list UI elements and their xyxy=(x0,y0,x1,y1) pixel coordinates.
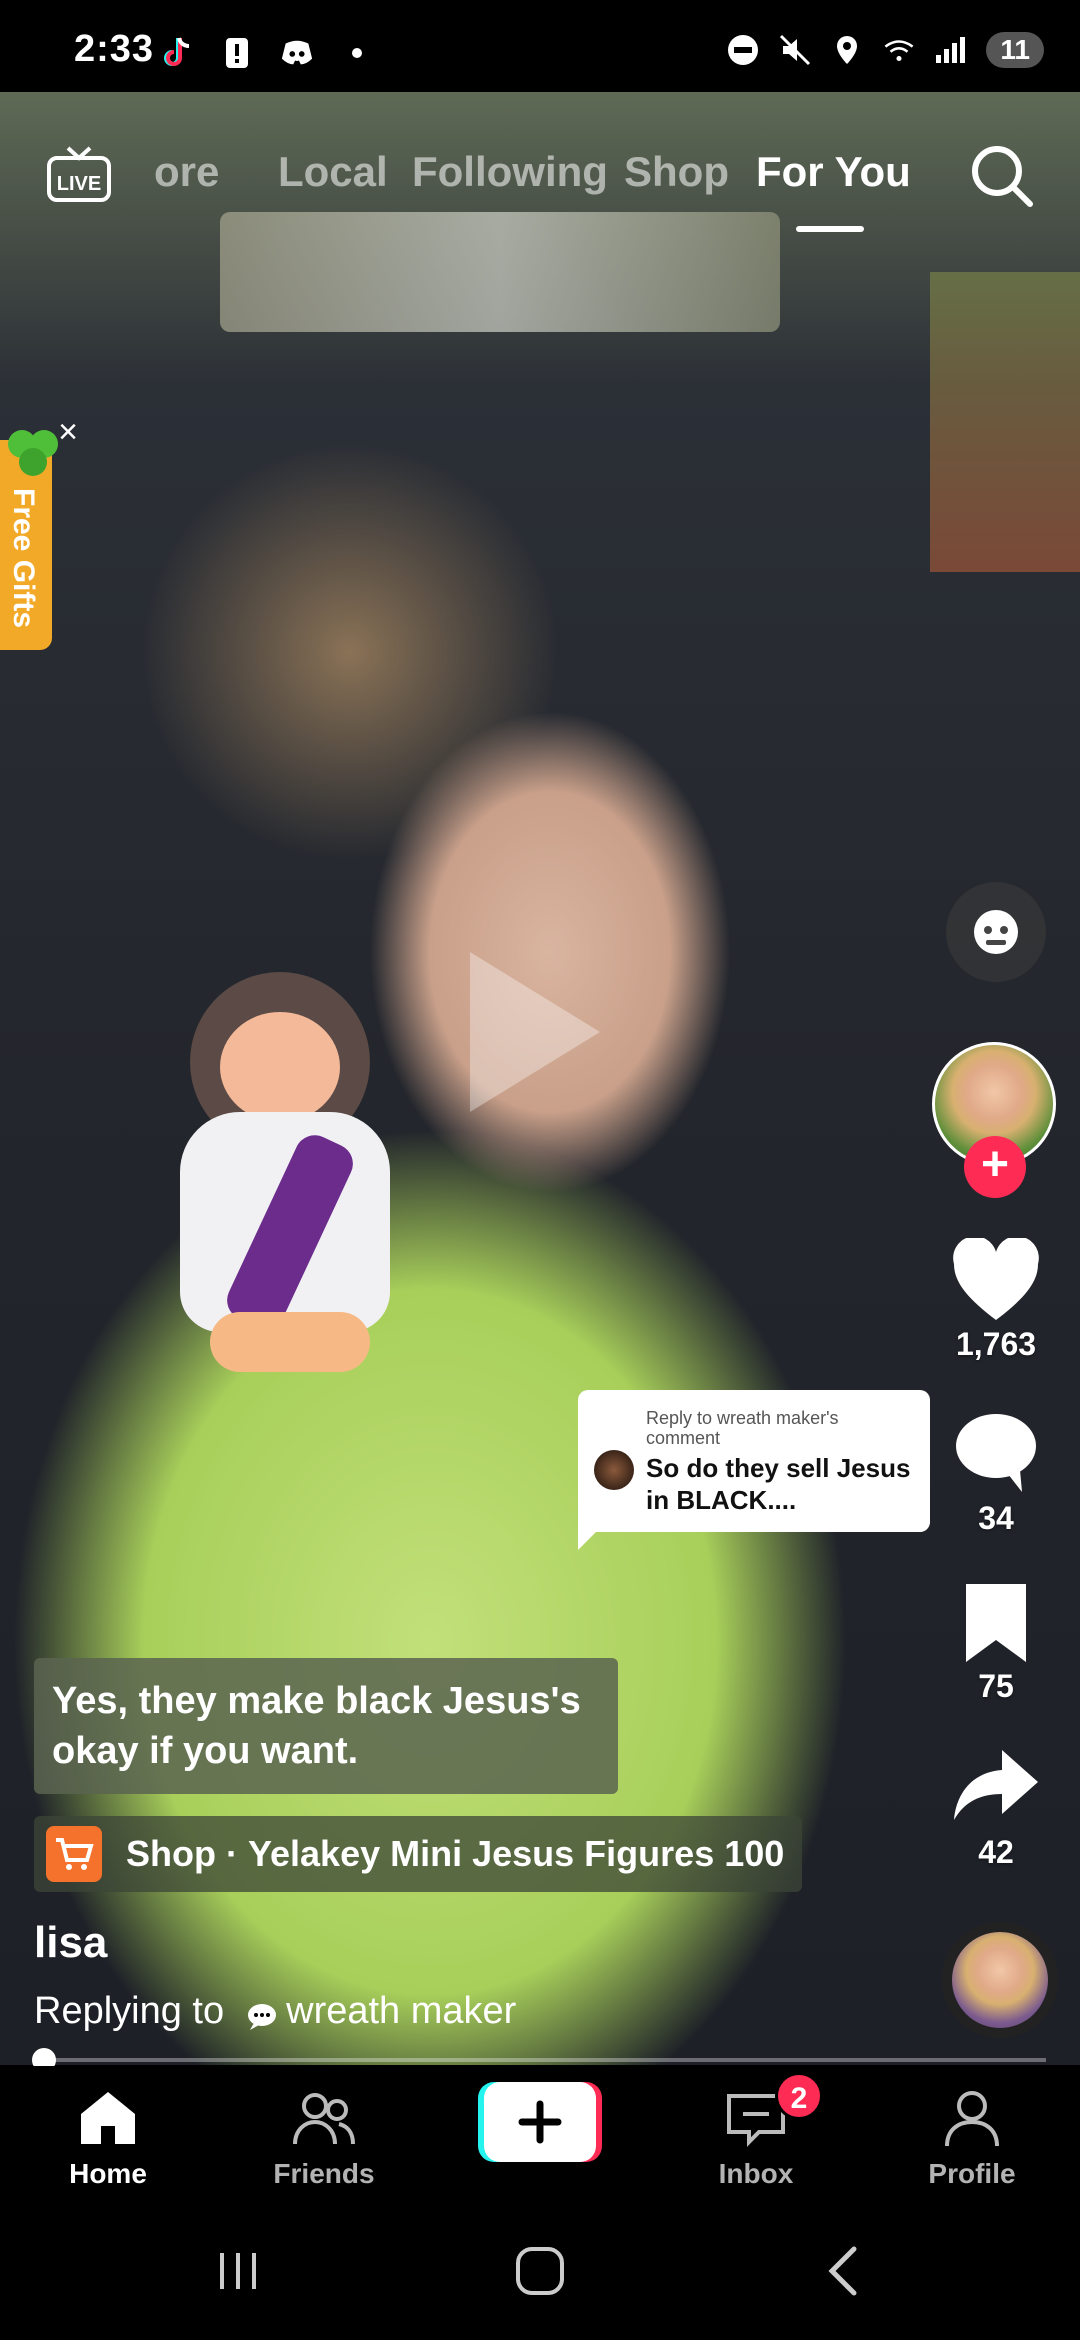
replying-target-name: wreath maker xyxy=(286,1990,517,2032)
mute-icon xyxy=(778,33,812,67)
close-icon[interactable]: × xyxy=(48,412,88,452)
tab-following[interactable]: Following xyxy=(412,148,608,196)
tab-for-you[interactable]: For You xyxy=(756,148,911,196)
free-gifts-label[interactable]: Free Gifts xyxy=(6,488,40,628)
discord-notification-icon xyxy=(280,36,314,70)
comment-icon[interactable] xyxy=(950,1408,1042,1496)
shop-product-bar[interactable]: Shop · Yelakey Mini Jesus Figures 100 xyxy=(34,1816,802,1892)
live-tv-icon[interactable]: LIVE xyxy=(46,144,112,204)
jesus-figurine-image xyxy=(150,972,420,1432)
tab-shop[interactable]: Shop xyxy=(624,148,729,196)
car-side-window-background xyxy=(930,272,1080,572)
location-icon xyxy=(830,33,864,67)
nav-friends-label: Friends xyxy=(273,2158,375,2189)
nav-inbox[interactable]: 2 Inbox xyxy=(676,2072,836,2190)
profile-icon xyxy=(939,2088,1005,2148)
shop-product-name: Yelakey Mini Jesus Figures 100 xyxy=(247,1833,785,1874)
bookmark-icon[interactable] xyxy=(950,1580,1042,1668)
shop-separator: · xyxy=(225,1833,238,1874)
more-notifications-dot-icon xyxy=(340,36,374,70)
replying-target-link[interactable]: wreath maker xyxy=(246,1990,516,2033)
active-tab-indicator xyxy=(796,226,864,232)
bottom-navigation: Home Friends 2 Inbox Profile xyxy=(0,2066,1080,2196)
effect-face-icon[interactable] xyxy=(946,882,1046,982)
status-system-icons: 11 xyxy=(726,32,1044,68)
system-navigation-bar xyxy=(0,2196,1080,2340)
heart-icon[interactable] xyxy=(950,1236,1042,1326)
nav-profile[interactable]: Profile xyxy=(892,2088,1052,2190)
do-not-disturb-icon xyxy=(726,33,760,67)
video-caption: Yes, they make black Jesus's okay if you… xyxy=(52,1680,581,1772)
inbox-icon: 2 xyxy=(723,2072,823,2148)
reply-sticker-text: So do they sell Jesus in BLACK.... xyxy=(646,1453,911,1515)
create-button[interactable] xyxy=(478,2082,602,2162)
reply-sticker-tail xyxy=(578,1520,608,1550)
wifi-icon xyxy=(882,33,916,67)
battery-level: 11 xyxy=(986,32,1044,68)
signal-icon xyxy=(934,33,968,67)
share-icon[interactable] xyxy=(950,1742,1042,1830)
video-caption-box: Yes, they make black Jesus's okay if you… xyxy=(34,1658,618,1794)
recent-apps-icon[interactable] xyxy=(198,2236,278,2306)
shopping-cart-icon xyxy=(46,1826,102,1882)
home-icon xyxy=(75,2088,141,2148)
status-notification-icons xyxy=(160,36,374,70)
inbox-badge: 2 xyxy=(775,2072,823,2120)
tab-explore[interactable]: ore xyxy=(154,148,219,196)
alert-notification-icon xyxy=(220,36,254,70)
home-system-icon[interactable] xyxy=(500,2236,580,2306)
reply-sticker-header: Reply to wreath maker's comment xyxy=(646,1408,839,1448)
status-bar: 2:33 11 xyxy=(0,0,1080,92)
friends-icon xyxy=(291,2088,357,2148)
reply-comment-sticker[interactable]: Reply to wreath maker's comment So do th… xyxy=(578,1390,930,1532)
nav-inbox-label: Inbox xyxy=(718,2158,794,2189)
search-icon[interactable] xyxy=(968,142,1036,210)
tab-local[interactable]: Local xyxy=(278,148,388,196)
svg-text:LIVE: LIVE xyxy=(57,173,101,195)
play-overlay-icon xyxy=(470,952,600,1112)
back-icon[interactable] xyxy=(804,2236,884,2306)
top-feed-nav: LIVE ore Local Following Shop For You xyxy=(0,130,1080,240)
status-time: 2:33 xyxy=(74,28,155,70)
nav-profile-label: Profile xyxy=(928,2158,1016,2189)
original-sound-disc[interactable] xyxy=(942,1922,1058,2038)
save-count: 75 xyxy=(978,1668,1014,1704)
follow-button[interactable]: + xyxy=(964,1136,1026,1198)
shop-label: Shop xyxy=(126,1833,216,1874)
creator-username[interactable]: lisa xyxy=(34,1918,107,1968)
tiktok-notification-icon xyxy=(160,36,194,70)
nav-friends[interactable]: Friends xyxy=(244,2088,404,2190)
nav-home[interactable]: Home xyxy=(28,2088,188,2190)
video-progress-bar[interactable] xyxy=(32,2048,1046,2072)
like-count: 1,763 xyxy=(955,1326,1037,1362)
replying-to-line: Replying to wreath maker xyxy=(34,1990,516,2033)
share-count: 42 xyxy=(978,1834,1014,1870)
commenter-avatar xyxy=(594,1450,634,1490)
nav-home-label: Home xyxy=(69,2158,147,2189)
comment-bubble-icon xyxy=(246,1998,278,2030)
comment-count: 34 xyxy=(978,1500,1014,1536)
replying-prefix: Replying to xyxy=(34,1990,225,2032)
